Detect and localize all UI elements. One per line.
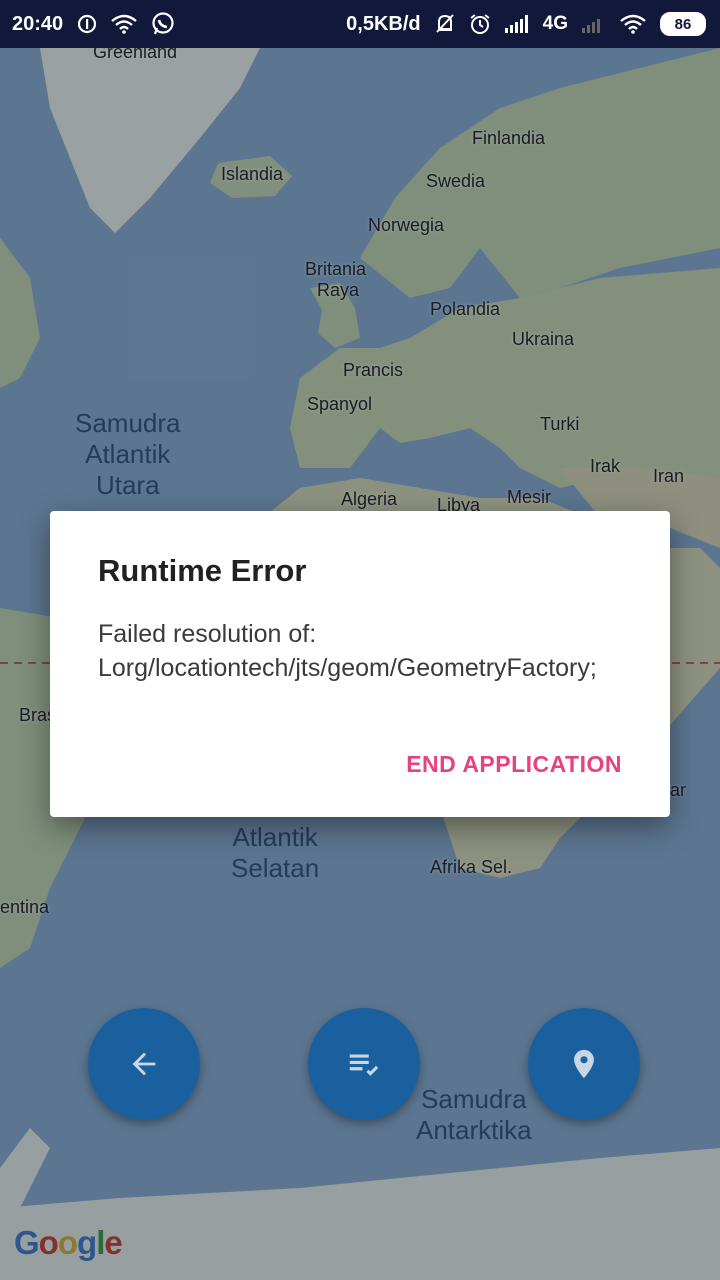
map-label-polandia: Polandia — [430, 299, 501, 319]
map-label-britania: Britania — [305, 259, 367, 279]
logo-letter: g — [77, 1224, 97, 1261]
map-label-afrika-selatan: Afrika Sel. — [430, 857, 513, 877]
map-label-algeria: Algeria — [341, 489, 398, 509]
map-label-spanyol: Spanyol — [307, 394, 373, 414]
ocean-label-antarctic: Samudra Antarktika — [416, 1084, 532, 1146]
map-label-iran: Iran — [653, 466, 685, 486]
ocean-label-line: Atlantik — [85, 439, 171, 469]
ocean-label-north-atlantic: Samudra Atlantik Utara — [75, 408, 181, 501]
map-label-swedia: Swedia — [426, 171, 486, 191]
logo-letter: o — [38, 1224, 59, 1261]
arrow-left-icon — [132, 1052, 156, 1076]
ocean-label-line: Samudra — [421, 1084, 527, 1114]
data-rate: 0,5KB/d — [346, 12, 421, 35]
battery-icon: 86 — [660, 12, 706, 36]
wifi-icon — [620, 14, 646, 34]
map-label-finlandia: Finlandia — [472, 128, 546, 148]
signal-empty-icon — [582, 15, 606, 33]
map-label-prancis: Prancis — [343, 360, 404, 380]
ocean-label-line: Atlantik — [232, 822, 318, 852]
whatsapp-icon — [151, 12, 175, 36]
ocean-label-south-atlantic: Atlantik Selatan — [231, 822, 319, 884]
wifi-icon — [111, 14, 137, 34]
ocean-label-line: Samudra — [75, 408, 181, 438]
checklist-button[interactable] — [308, 1008, 420, 1120]
location-pin-icon — [574, 1049, 594, 1079]
vpn-icon — [77, 14, 97, 34]
logo-letter: o — [57, 1224, 78, 1261]
dialog-title: Runtime Error — [98, 553, 307, 588]
back-button[interactable] — [88, 1008, 200, 1120]
signal-icon — [504, 15, 529, 33]
map-label-mesir: Mesir — [507, 487, 551, 507]
status-bar: 20:40 0,5KB/d 4G 86 — [0, 0, 720, 48]
ocean-label-line: Selatan — [231, 853, 320, 883]
mute-icon — [435, 13, 455, 35]
location-button[interactable] — [528, 1008, 640, 1120]
network-type: 4G — [542, 13, 568, 34]
map-label-norwegia: Norwegia — [368, 215, 445, 235]
map-label-turki: Turki — [540, 414, 580, 434]
ocean-label-line: Utara — [95, 470, 160, 500]
map-label-greenland: Greenland — [93, 48, 178, 62]
map-label-ukraina: Ukraina — [512, 329, 575, 349]
map-label-raya: Raya — [317, 280, 360, 300]
playlist-check-icon — [349, 1054, 379, 1076]
logo-letter: e — [104, 1224, 122, 1261]
dialog-message: Failed resolution of: Lorg/locationtech/… — [98, 620, 597, 682]
ocean-label-line: Antarktika — [416, 1115, 532, 1145]
google-logo: Google — [14, 1224, 123, 1262]
map-label-madagaskar: ar — [670, 780, 687, 800]
end-application-button[interactable]: END APPLICATION — [406, 747, 622, 782]
alarm-icon — [469, 13, 491, 35]
error-dialog: Runtime Error Failed resolution of: Lorg… — [50, 511, 670, 817]
map-label-irak: Irak — [590, 456, 621, 476]
map-label-argentina: entina — [0, 897, 50, 917]
logo-letter: G — [14, 1224, 40, 1261]
map-label-islandia: Islandia — [221, 164, 284, 184]
status-time: 20:40 — [12, 12, 64, 35]
